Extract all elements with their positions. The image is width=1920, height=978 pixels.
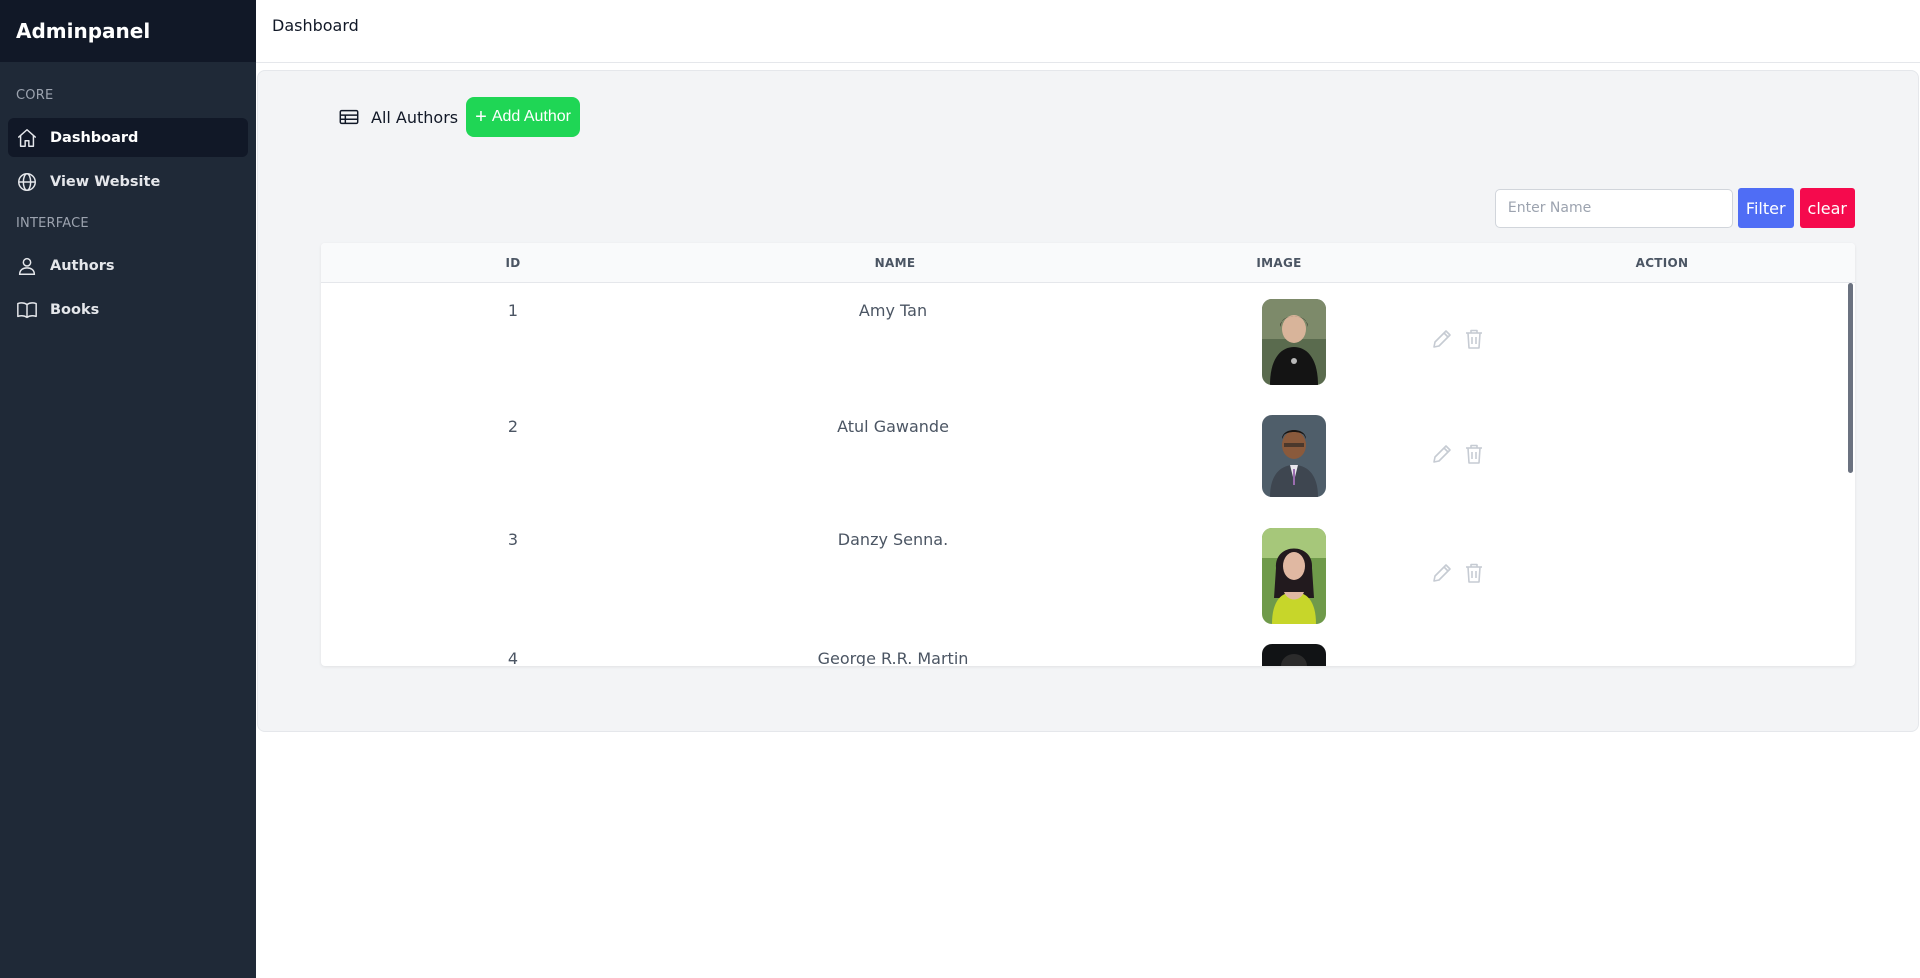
sidebar-item-authors[interactable]: Authors [8, 246, 248, 285]
row-actions [1430, 561, 1494, 585]
table-row: 1 Amy Tan [321, 283, 1855, 399]
sidebar-item-dashboard[interactable]: Dashboard [8, 118, 248, 157]
author-image [1262, 644, 1326, 666]
row-actions [1430, 442, 1494, 466]
book-icon [17, 301, 37, 318]
edit-icon[interactable] [1430, 561, 1454, 585]
table-row: 4 George R.R. Martin [321, 637, 1855, 666]
page-title: Dashboard [272, 16, 359, 35]
add-author-label: Add Author [491, 108, 571, 125]
delete-icon[interactable] [1462, 561, 1486, 585]
table-header: ID NAME IMAGE ACTION [321, 243, 1855, 283]
section-title: All Authors [371, 107, 459, 127]
clear-button[interactable]: clear [1799, 188, 1855, 228]
sidebar-item-label: Books [50, 301, 100, 318]
table-body: 1 Amy Tan 2 Atul Gawande 3 Danzy Senna. … [321, 283, 1855, 666]
column-header-name: NAME [874, 256, 916, 270]
delete-icon[interactable] [1462, 442, 1486, 466]
table-row: 3 Danzy Senna. [321, 513, 1855, 633]
home-icon [18, 128, 36, 147]
column-header-image: IMAGE [1256, 256, 1302, 270]
table-row: 2 Atul Gawande [321, 399, 1855, 515]
user-icon [18, 257, 36, 275]
table-icon [339, 109, 359, 125]
table-scrollbar[interactable] [1848, 283, 1853, 473]
author-image [1262, 299, 1326, 385]
author-image [1262, 415, 1326, 497]
cell-name: Amy Tan [858, 301, 928, 320]
column-header-id: ID [505, 256, 521, 270]
add-author-button[interactable]: + Add Author [466, 97, 580, 137]
cell-id: 1 [507, 301, 519, 320]
sidebar: Adminpanel CORE Dashboard View Website I… [0, 0, 256, 978]
cell-name: George R.R. Martin [817, 649, 969, 666]
sidebar-item-label: Authors [50, 257, 115, 274]
cell-name: Danzy Senna. [837, 530, 949, 549]
main-panel: All Authors + Add Author Filter clear ID… [257, 70, 1919, 732]
filter-button[interactable]: Filter [1737, 188, 1794, 228]
edit-icon[interactable] [1430, 327, 1454, 351]
section-label-interface: INTERFACE [16, 216, 89, 231]
brand-logo[interactable]: Adminpanel [0, 0, 256, 62]
topbar: Dashboard [256, 0, 1920, 63]
author-image [1262, 528, 1326, 624]
column-header-action: ACTION [1635, 256, 1689, 270]
section-label-core: CORE [16, 88, 54, 103]
sidebar-item-label: Dashboard [50, 129, 139, 146]
authors-table: ID NAME IMAGE ACTION 1 Amy Tan 2 Atul Ga… [321, 243, 1855, 666]
sidebar-item-view-website[interactable]: View Website [8, 162, 248, 201]
panel-header: All Authors + Add Author [338, 97, 580, 137]
cell-id: 4 [507, 649, 519, 666]
name-filter-input[interactable] [1494, 188, 1733, 228]
filter-bar: Filter clear [1494, 188, 1855, 228]
cell-name: Atul Gawande [837, 417, 949, 436]
cell-id: 2 [507, 417, 519, 436]
sidebar-item-label: View Website [50, 173, 161, 190]
plus-icon: + [475, 106, 487, 128]
cell-id: 3 [507, 530, 519, 549]
delete-icon[interactable] [1462, 327, 1486, 351]
edit-icon[interactable] [1430, 442, 1454, 466]
sidebar-item-books[interactable]: Books [8, 290, 248, 329]
row-actions [1430, 327, 1494, 351]
globe-icon [18, 172, 36, 191]
